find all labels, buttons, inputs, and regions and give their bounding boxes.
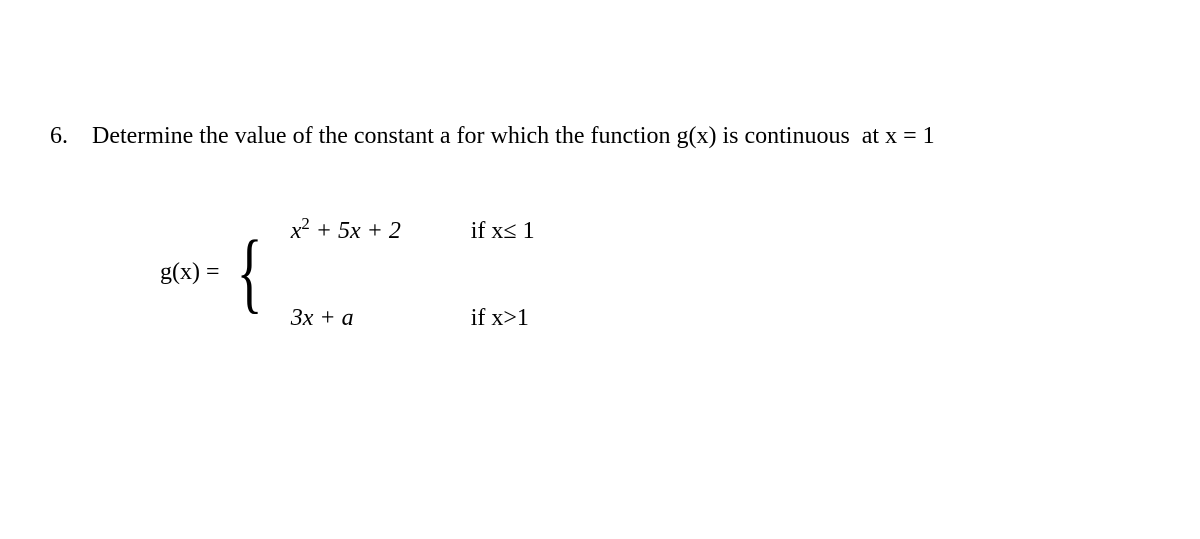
problem-number: 6. xyxy=(50,123,68,149)
expression-2: 3x + a xyxy=(291,305,451,332)
case-row-1: x2 + 5x + 2 if x≤ 1 xyxy=(291,214,535,245)
function-cases: x2 + 5x + 2 if x≤ 1 3x + a if x>1 xyxy=(291,214,535,332)
function-name: g(x) = xyxy=(160,259,220,286)
expression-1: x2 + 5x + 2 xyxy=(291,214,451,245)
condition-2: if x>1 xyxy=(471,305,529,332)
piecewise-function: g(x) = { x2 + 5x + 2 if x≤ 1 3x + a if x… xyxy=(160,214,1150,332)
problem-statement: 6. Determine the value of the constant a… xyxy=(50,120,1150,154)
case-row-2: 3x + a if x>1 xyxy=(291,305,535,332)
problem-text: Determine the value of the constant a fo… xyxy=(92,123,935,149)
condition-1: if x≤ 1 xyxy=(471,218,535,245)
left-brace: { xyxy=(236,237,262,309)
